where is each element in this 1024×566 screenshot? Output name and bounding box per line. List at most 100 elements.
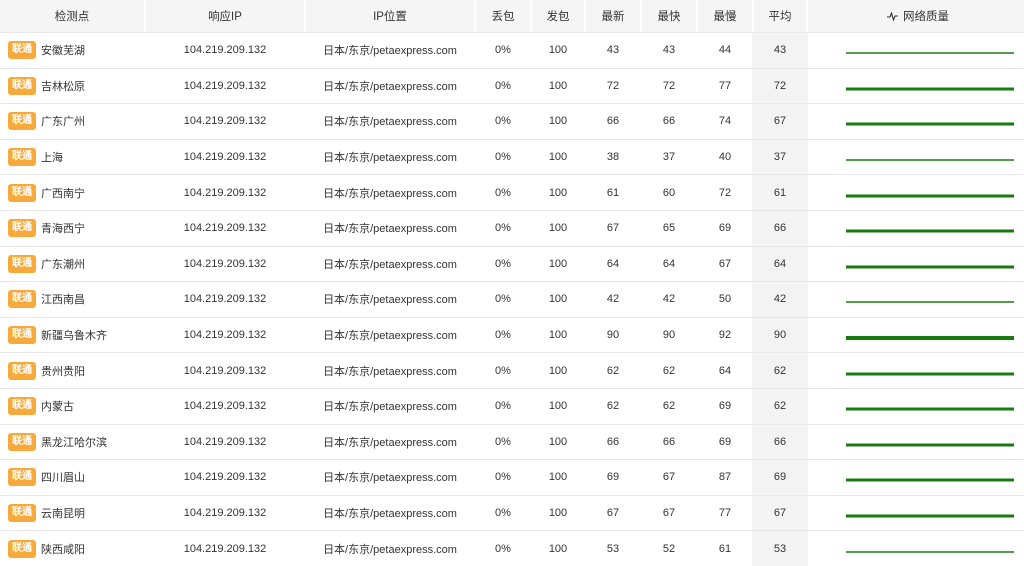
cell-fastest: 60	[662, 186, 676, 199]
cell-slowest: 67	[718, 257, 732, 270]
cell-location: 日本/东京/petaexpress.com	[323, 223, 457, 236]
cell-slowest: 69	[718, 222, 732, 235]
city-name: 贵州贵阳	[41, 365, 85, 378]
cell-loss: 0%	[495, 257, 511, 270]
cell-point: 联通 江西南昌	[0, 282, 144, 317]
cell-average: 67	[754, 104, 806, 139]
cell-average: 62	[754, 388, 806, 424]
cell-average: 67	[754, 495, 806, 531]
cell-location: 日本/东京/petaexpress.com	[323, 543, 457, 556]
cell-sent: 100	[548, 79, 568, 92]
cell-sent: 100	[548, 507, 568, 520]
cell-ip: 104.219.209.132	[183, 257, 267, 270]
cell-slowest: 77	[718, 507, 732, 520]
quality-sparkline	[846, 194, 1014, 198]
col-header-quality[interactable]: 网络质量	[808, 0, 1024, 32]
cell-average: 42	[754, 282, 806, 317]
quality-sparkline	[846, 478, 1014, 482]
cell-sent: 100	[548, 329, 568, 342]
table-row[interactable]: 联通 新疆乌鲁木齐 104.219.209.132 日本/东京/petaexpress…	[0, 316, 1024, 353]
cell-sent: 100	[548, 364, 568, 377]
table-row[interactable]: 联通 贵州贵阳 104.219.209.132 日本/东京/petaexpress.c…	[0, 352, 1024, 388]
isp-badge: 联通	[8, 76, 36, 95]
cell-quality	[808, 425, 1024, 460]
table-row[interactable]: 联通 陕西咸阳 104.219.209.132 日本/东京/petaexpress.c…	[0, 530, 1024, 566]
cell-average: 66	[754, 210, 806, 246]
cell-point: 联通 上海	[0, 140, 144, 175]
cell-loss: 0%	[495, 293, 511, 306]
cell-loss: 0%	[495, 151, 511, 164]
col-header-fastest[interactable]: 最快	[642, 0, 696, 32]
city-name: 广西南宁	[41, 187, 85, 200]
cell-ip: 104.219.209.132	[183, 400, 267, 413]
city-name: 云南昆明	[41, 508, 85, 521]
quality-sparkline	[846, 122, 1014, 126]
table-row[interactable]: 联通 江西南昌 104.219.209.132 日本/东京/petaexpress.c…	[0, 281, 1024, 317]
quality-sparkline	[846, 52, 1014, 55]
table-row[interactable]: 联通 黑龙江哈尔滨 104.219.209.132 日本/东京/petaexpress…	[0, 423, 1024, 460]
isp-badge: 联通	[8, 148, 36, 167]
table-row[interactable]: 联通 广东广州 104.219.209.132 日本/东京/petaexpress.c…	[0, 103, 1024, 139]
table-row[interactable]: 联通 内蒙古 104.219.209.132 日本/东京/petaexpress.co…	[0, 387, 1024, 424]
city-name: 陕西咸阳	[41, 543, 85, 556]
table-row[interactable]: 联通 广东潮州 104.219.209.132 日本/东京/petaexpress.c…	[0, 245, 1024, 282]
cell-fastest: 52	[662, 542, 676, 555]
cell-quality	[808, 175, 1024, 210]
city-name: 黑龙江哈尔滨	[41, 436, 107, 449]
table-row[interactable]: 联通 安徽芜湖 104.219.209.132 日本/东京/petaexpress.c…	[0, 32, 1024, 68]
cell-ip: 104.219.209.132	[183, 507, 267, 520]
cell-point: 联通 内蒙古	[0, 389, 144, 424]
cell-latest: 67	[606, 222, 620, 235]
cell-loss: 0%	[495, 115, 511, 128]
isp-badge: 联通	[8, 290, 36, 309]
cell-loss: 0%	[495, 471, 511, 484]
cell-ip: 104.219.209.132	[183, 79, 267, 92]
cell-loss: 0%	[495, 329, 511, 342]
cell-location: 日本/东京/petaexpress.com	[323, 258, 457, 271]
cell-sent: 100	[548, 115, 568, 128]
cell-latest: 69	[606, 471, 620, 484]
cell-sent: 100	[548, 471, 568, 484]
quality-sparkline	[846, 87, 1014, 91]
table-row[interactable]: 联通 广西南宁 104.219.209.132 日本/东京/petaexpress.c…	[0, 174, 1024, 210]
city-name: 四川眉山	[41, 472, 85, 485]
quality-sparkline	[846, 301, 1014, 304]
cell-fastest: 67	[662, 471, 676, 484]
city-name: 广东潮州	[41, 258, 85, 271]
col-header-average[interactable]: 平均	[754, 0, 806, 32]
col-header-latest[interactable]: 最新	[586, 0, 640, 32]
cell-quality	[808, 140, 1024, 175]
quality-sparkline	[846, 514, 1014, 518]
table-row[interactable]: 联通 上海 104.219.209.132 日本/东京/petaexpress.com…	[0, 138, 1024, 175]
col-header-ip[interactable]: 响应IP	[146, 0, 304, 32]
table-row[interactable]: 联通 青海西宁 104.219.209.132 日本/东京/petaexpress.c…	[0, 209, 1024, 246]
cell-point: 联通 广东潮州	[0, 247, 144, 282]
cell-average: 37	[754, 139, 806, 175]
cell-point: 联通 吉林松原	[0, 69, 144, 104]
col-header-sent[interactable]: 发包	[532, 0, 584, 32]
col-header-loss[interactable]: 丢包	[476, 0, 530, 32]
cell-slowest: 50	[718, 293, 732, 306]
cell-latest: 62	[606, 400, 620, 413]
cell-slowest: 92	[718, 329, 732, 342]
city-name: 新疆乌鲁木齐	[41, 330, 107, 343]
col-header-point[interactable]: 检测点	[0, 0, 144, 32]
cell-slowest: 74	[718, 115, 732, 128]
cell-location: 日本/东京/petaexpress.com	[323, 472, 457, 485]
cell-quality	[808, 282, 1024, 317]
table-row[interactable]: 联通 吉林松原 104.219.209.132 日本/东京/petaexpress.c…	[0, 67, 1024, 104]
quality-sparkline	[846, 372, 1014, 376]
col-header-location[interactable]: IP位置	[306, 0, 474, 32]
cell-slowest: 87	[718, 471, 732, 484]
cell-fastest: 62	[662, 400, 676, 413]
col-header-slowest[interactable]: 最慢	[698, 0, 752, 32]
isp-badge: 联通	[8, 41, 36, 60]
table-row[interactable]: 联通 四川眉山 104.219.209.132 日本/东京/petaexpress.c…	[0, 459, 1024, 495]
cell-location: 日本/东京/petaexpress.com	[323, 330, 457, 343]
table-row[interactable]: 联通 云南昆明 104.219.209.132 日本/东京/petaexpress.c…	[0, 494, 1024, 531]
table-header: 检测点 响应IP IP位置 丢包 发包 最新 最快 最慢 平均 网络质量	[0, 0, 1024, 32]
cell-ip: 104.219.209.132	[183, 435, 267, 448]
cell-fastest: 64	[662, 257, 676, 270]
city-name: 青海西宁	[41, 223, 85, 236]
cell-location: 日本/东京/petaexpress.com	[323, 152, 457, 165]
